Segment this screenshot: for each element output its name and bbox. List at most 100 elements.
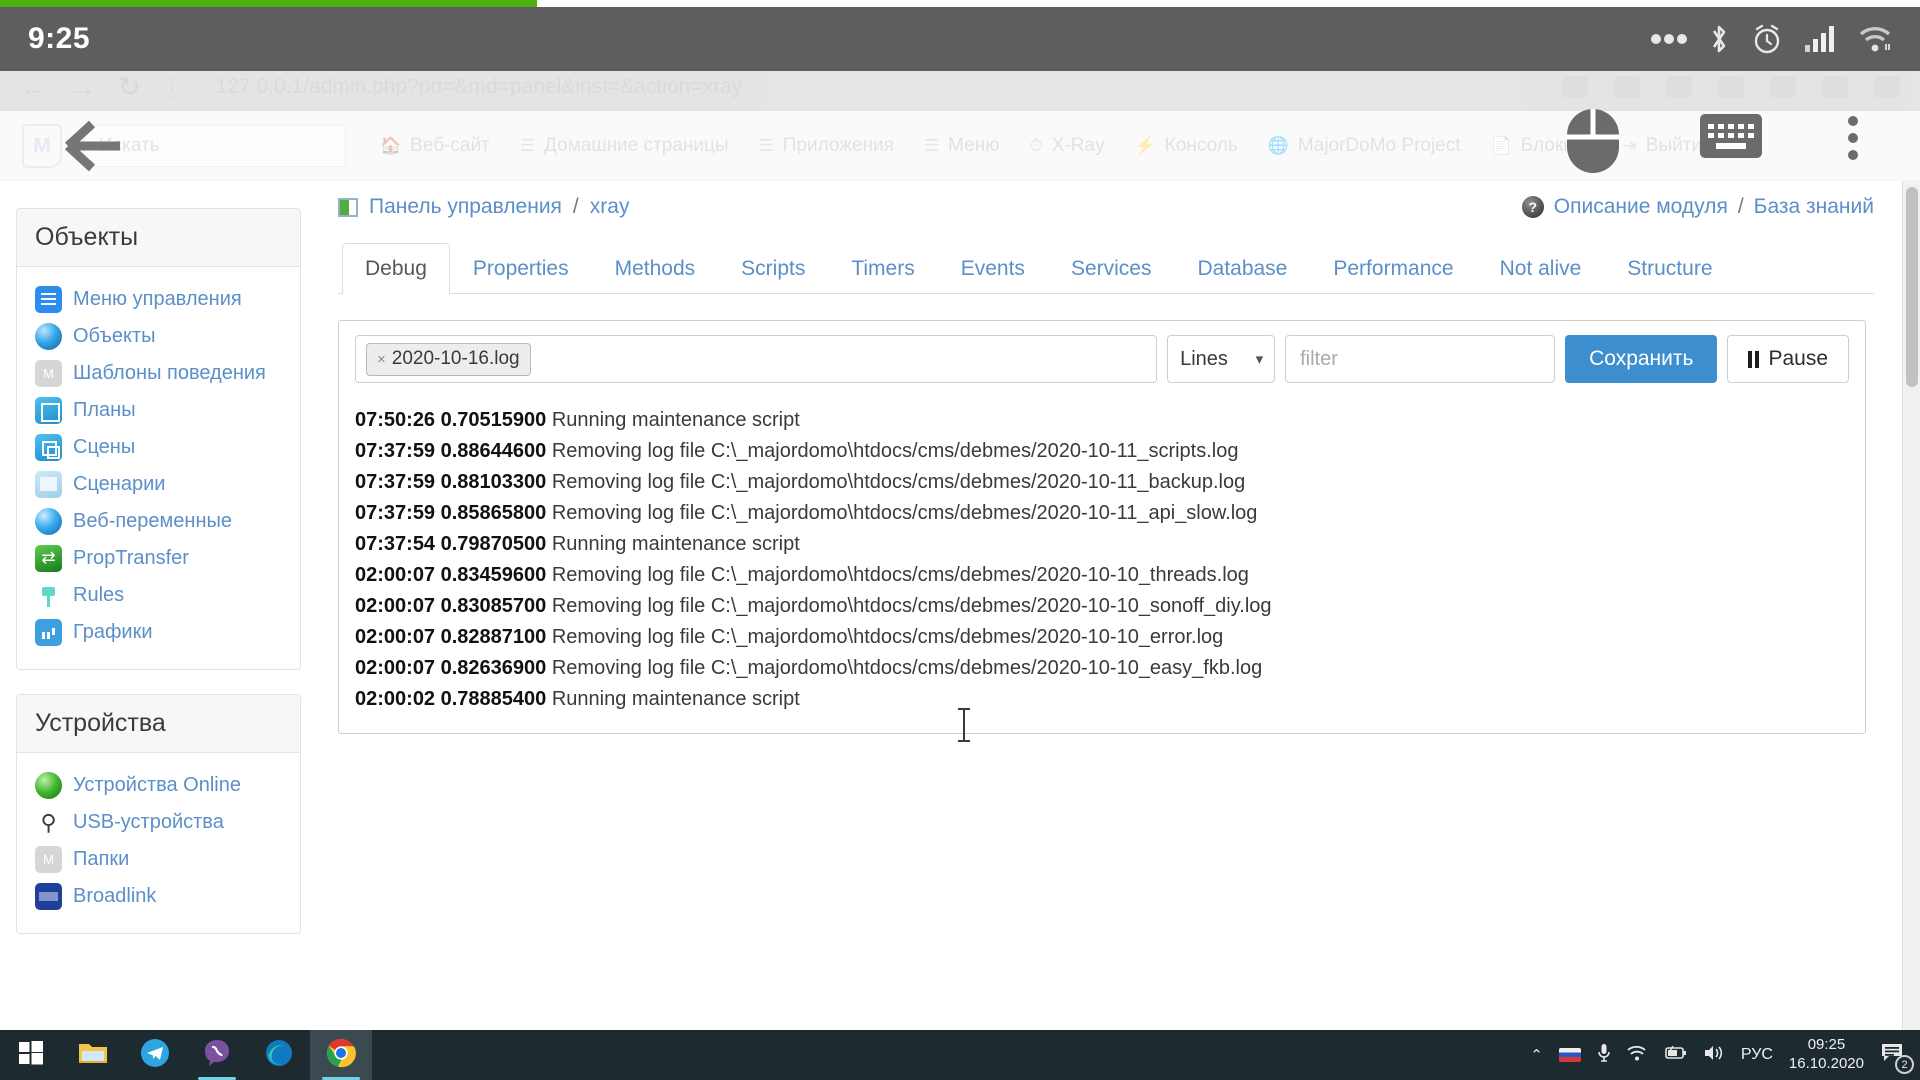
knowledge-base-link[interactable]: База знаний bbox=[1754, 195, 1874, 219]
extension-icon[interactable] bbox=[1614, 76, 1640, 98]
viber-button[interactable] bbox=[186, 1030, 248, 1080]
start-button[interactable] bbox=[0, 1030, 62, 1080]
nav-item-console[interactable]: ⚡ Консоль bbox=[1135, 135, 1238, 157]
log-file-tag[interactable]: × 2020-10-16.log bbox=[366, 343, 531, 376]
filter-input[interactable] bbox=[1285, 335, 1555, 383]
sidebar-item-web-variables[interactable]: Веб-переменные bbox=[23, 503, 294, 540]
pause-button[interactable]: Pause bbox=[1727, 335, 1849, 383]
nav-item-xray[interactable]: ⏱ X-Ray bbox=[1030, 135, 1105, 157]
tab-scripts[interactable]: Scripts bbox=[718, 243, 828, 294]
back-arrow-icon[interactable] bbox=[54, 118, 124, 174]
chrome-icon bbox=[326, 1038, 356, 1073]
nav-item-label: Выйти bbox=[1646, 135, 1702, 157]
flag-icon[interactable] bbox=[1559, 1048, 1581, 1062]
browser-back-button[interactable]: ← bbox=[20, 74, 47, 101]
chrome-button[interactable] bbox=[310, 1030, 372, 1080]
log-duration: 0.82636900 bbox=[441, 657, 547, 679]
tab-methods[interactable]: Methods bbox=[592, 243, 719, 294]
online-icon bbox=[35, 772, 62, 799]
sidebar-item-devices-online[interactable]: Устройства Online bbox=[23, 767, 294, 804]
sidebar-item-proptransfer[interactable]: PropTransfer bbox=[23, 540, 294, 577]
sidebar-item-plans[interactable]: Планы bbox=[23, 392, 294, 429]
sidebar-item-charts[interactable]: Графики bbox=[23, 614, 294, 651]
sidebar-item-control-menu[interactable]: Меню управления bbox=[23, 281, 294, 318]
tab-services[interactable]: Services bbox=[1048, 243, 1175, 294]
nav-item-label: MajorDoMo Project bbox=[1298, 135, 1461, 157]
tab-structure[interactable]: Structure bbox=[1604, 243, 1735, 294]
keyboard-icon[interactable] bbox=[1700, 114, 1762, 163]
extension-icon[interactable] bbox=[1822, 76, 1848, 98]
site-info-icon[interactable]: ⓘ bbox=[163, 74, 182, 101]
tab-not-alive[interactable]: Not alive bbox=[1477, 243, 1605, 294]
signal-icon bbox=[1804, 25, 1838, 53]
tab-database[interactable]: Database bbox=[1174, 243, 1310, 294]
vertical-dots-icon[interactable] bbox=[1848, 116, 1858, 160]
tab-debug[interactable]: Debug bbox=[342, 243, 450, 294]
tray-expand-icon[interactable]: ⌃ bbox=[1530, 1046, 1543, 1064]
windows-icon bbox=[19, 1041, 43, 1070]
save-button[interactable]: Сохранить bbox=[1565, 335, 1717, 383]
browser-reload-button[interactable]: ↻ bbox=[118, 74, 141, 101]
extension-icon[interactable] bbox=[1666, 76, 1692, 98]
telegram-button[interactable] bbox=[124, 1030, 186, 1080]
mouse-icon[interactable] bbox=[1555, 103, 1631, 184]
pause-button-label: Pause bbox=[1768, 347, 1828, 371]
tab-properties[interactable]: Properties bbox=[450, 243, 592, 294]
log-time: 07:37:54 bbox=[355, 533, 435, 555]
module-description-link[interactable]: Описание модуля bbox=[1554, 195, 1728, 219]
sidebar-item-usb-devices[interactable]: USB-устройства bbox=[23, 804, 294, 841]
sidebar-item-label: Объекты bbox=[73, 323, 155, 350]
tab-events[interactable]: Events bbox=[938, 243, 1048, 294]
broadlink-icon bbox=[35, 883, 62, 910]
nav-item-website[interactable]: 🏠 Веб-сайт bbox=[380, 135, 490, 157]
browser-forward-button[interactable]: → bbox=[69, 74, 96, 101]
sidebar-item-objects[interactable]: Объекты bbox=[23, 318, 294, 355]
log-time: 07:37:59 bbox=[355, 471, 435, 493]
extension-icon[interactable] bbox=[1874, 76, 1900, 98]
sidebar-item-label: USB-устройства bbox=[73, 809, 224, 836]
sidebar-item-behavior-templates[interactable]: Шаблоны поведения bbox=[23, 355, 294, 392]
scrollbar-thumb[interactable] bbox=[1906, 187, 1918, 387]
breadcrumb-root-link[interactable]: Панель управления bbox=[369, 195, 562, 219]
sidebar-item-rules[interactable]: Rules bbox=[23, 577, 294, 614]
chart-icon bbox=[35, 619, 62, 646]
nav-item-label: Домашние страницы bbox=[544, 135, 728, 157]
sidebar-item-scripts[interactable]: Сценарии bbox=[23, 466, 294, 503]
wifi-tray-icon[interactable] bbox=[1627, 1045, 1647, 1065]
address-bar[interactable]: 127.0.0.1/admin.php?pd=&md=panel&inst=&a… bbox=[216, 75, 743, 99]
log-file-select[interactable]: × 2020-10-16.log bbox=[355, 335, 1157, 383]
log-time: 02:00:07 bbox=[355, 595, 435, 617]
tab-timers[interactable]: Timers bbox=[828, 243, 937, 294]
extension-icon[interactable] bbox=[1718, 76, 1744, 98]
microphone-icon[interactable] bbox=[1597, 1043, 1611, 1067]
extension-icon[interactable] bbox=[1770, 76, 1796, 98]
log-line: 02:00:07 0.83459600 Removing log file C:… bbox=[355, 560, 1849, 591]
sidebar-panel-title: Устройства bbox=[17, 695, 300, 753]
file-explorer-button[interactable] bbox=[62, 1030, 124, 1080]
sidebar-item-folders[interactable]: Папки bbox=[23, 841, 294, 878]
extension-icon[interactable] bbox=[1562, 76, 1588, 98]
unit-select[interactable]: Lines Bytes bbox=[1167, 335, 1275, 383]
log-duration: 0.85865800 bbox=[441, 502, 547, 524]
tray-clock[interactable]: 09:25 16.10.2020 bbox=[1789, 1036, 1864, 1074]
scene-icon bbox=[35, 434, 62, 461]
nav-item-majordomo-project[interactable]: 🌐 MajorDoMo Project bbox=[1268, 135, 1461, 157]
nav-item-home-pages[interactable]: ☰ Домашние страницы bbox=[520, 135, 729, 157]
windows-taskbar: ⌃ РУС 09:25 16.10.2020 2 bbox=[0, 1030, 1920, 1080]
template-icon bbox=[35, 360, 62, 387]
page-scrollbar[interactable] bbox=[1902, 181, 1920, 1030]
battery-icon[interactable] bbox=[1663, 1046, 1687, 1064]
remove-tag-icon[interactable]: × bbox=[377, 351, 386, 368]
notifications-button[interactable]: 2 bbox=[1880, 1042, 1906, 1068]
sidebar-item-scenes[interactable]: Сцены bbox=[23, 429, 294, 466]
sidebar-item-broadlink[interactable]: Broadlink bbox=[23, 878, 294, 915]
nav-item-applications[interactable]: ☰ Приложения bbox=[759, 135, 894, 157]
nav-item-logout[interactable]: ⇥ Выйти bbox=[1622, 135, 1702, 157]
edge-button[interactable] bbox=[248, 1030, 310, 1080]
usb-icon bbox=[35, 809, 62, 836]
tab-performance[interactable]: Performance bbox=[1310, 243, 1476, 294]
volume-icon[interactable] bbox=[1703, 1045, 1725, 1065]
language-indicator[interactable]: РУС bbox=[1741, 1046, 1773, 1064]
nav-item-menu[interactable]: ☰ Меню bbox=[924, 135, 1000, 157]
wifi-icon bbox=[1858, 25, 1892, 53]
